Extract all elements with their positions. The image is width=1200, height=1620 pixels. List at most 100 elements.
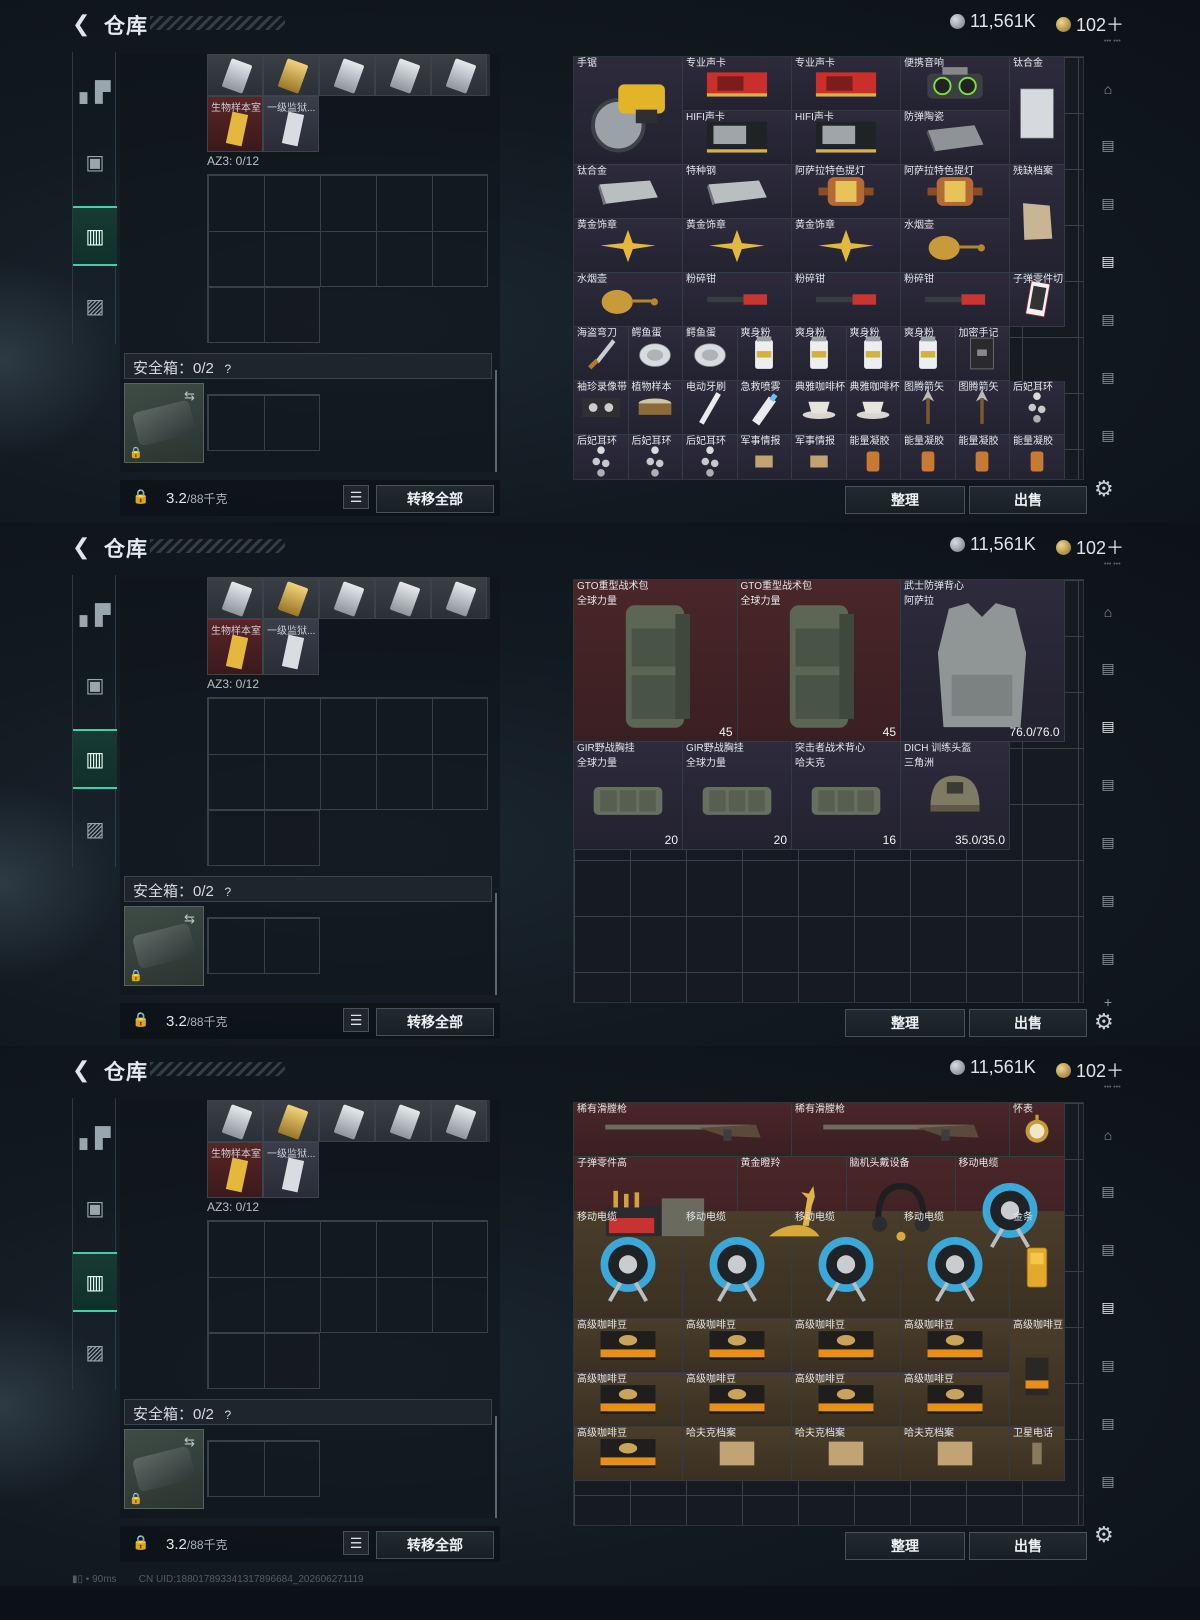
warehouse-item[interactable]: HIFI声卡	[792, 111, 901, 165]
warehouse-item[interactable]: 专业声卡	[683, 57, 792, 111]
stash-item-slot[interactable]	[431, 54, 487, 96]
swap-icon[interactable]: ⇆	[184, 1434, 195, 1450]
warehouse-item[interactable]: 武士防弹背心 阿萨拉 76.0/76.0	[901, 580, 1065, 742]
warehouse-page-tab-icon[interactable]: ▤	[1095, 306, 1121, 332]
sort-button[interactable]: 整理	[845, 1009, 965, 1037]
swap-icon[interactable]: ⇆	[184, 911, 195, 927]
warehouse-page-tab-icon[interactable]: ▤	[1095, 1468, 1121, 1494]
warehouse-item[interactable]: 特种钢	[683, 165, 792, 219]
backpack-category-icon[interactable]: ▥	[73, 206, 117, 266]
warehouse-item[interactable]: GTO重型战术包 全球力量 45	[574, 580, 738, 742]
safe-box-case-item[interactable]: ⇆ 🔒	[124, 1429, 204, 1509]
warehouse-item[interactable]: 粉碎钳	[901, 273, 1010, 327]
settings-gear-icon[interactable]: ⚙	[1094, 476, 1114, 502]
warehouse-item[interactable]: 后妃耳环	[1010, 381, 1065, 435]
warehouse-item[interactable]: 粉碎钳	[792, 273, 901, 327]
stash-item-slot[interactable]	[431, 1100, 487, 1142]
stash-item-slot[interactable]	[207, 1100, 263, 1142]
helmet-armor-category-icon[interactable]: ▣	[73, 132, 117, 192]
warehouse-item[interactable]: 高级咖啡豆	[683, 1319, 792, 1373]
warehouse-page-tab-icon[interactable]: ▤	[1095, 132, 1121, 158]
warehouse-item[interactable]: 能量凝胶	[901, 435, 956, 479]
warehouse-item[interactable]: HIFI声卡	[683, 111, 792, 165]
warehouse-item[interactable]: 防弹陶瓷	[901, 111, 1010, 165]
warehouse-item[interactable]: 后妃耳环	[683, 435, 738, 479]
back-arrow-icon[interactable]: ❮	[72, 536, 92, 558]
lock-icon[interactable]: 🔒	[132, 1011, 150, 1029]
warehouse-item[interactable]: 哈夫克档案	[683, 1427, 792, 1481]
left-scrollbar[interactable]	[495, 1416, 497, 1518]
warehouse-item[interactable]: 爽身粉	[901, 327, 956, 381]
warehouse-item[interactable]: 后妃耳环	[574, 435, 629, 479]
help-icon[interactable]: ?	[220, 362, 236, 378]
warehouse-item[interactable]: 钛合金	[1010, 57, 1065, 165]
warehouse-page-tab-icon[interactable]: ▤	[1095, 1410, 1121, 1436]
warehouse-item[interactable]: 爽身粉	[737, 327, 792, 381]
transfer-all-button[interactable]: 转移全部	[376, 1531, 494, 1559]
warehouse-item[interactable]: 电动牙刷	[683, 381, 738, 435]
warehouse-item[interactable]: 典雅咖啡杯	[792, 381, 847, 435]
stash-item-slot[interactable]	[319, 577, 375, 619]
warehouse-item[interactable]: 军事情报	[737, 435, 792, 479]
back-arrow-icon[interactable]: ❮	[72, 13, 92, 35]
home-tab-icon[interactable]: ⌂	[1095, 76, 1121, 102]
warehouse-item[interactable]: 水烟壶	[901, 219, 1010, 273]
warehouse-item[interactable]: 哈夫克档案	[901, 1427, 1010, 1481]
stash-item-slot[interactable]	[375, 577, 431, 619]
sort-button[interactable]: 整理	[845, 1532, 965, 1560]
stash-item-slot[interactable]	[207, 54, 263, 96]
back-arrow-icon[interactable]: ❮	[72, 1059, 92, 1081]
safe-box-grid[interactable]	[207, 394, 320, 451]
backpack-category-icon[interactable]: ▥	[73, 1252, 117, 1312]
warehouse-page-tab-icon[interactable]: ▤	[1095, 771, 1121, 797]
weapon-category-icon[interactable]: ▖▛	[73, 585, 117, 645]
container-grid-lower[interactable]	[207, 1332, 320, 1389]
warehouse-item[interactable]: 哈夫克档案	[792, 1427, 901, 1481]
warehouse-item[interactable]: 加密手记	[955, 327, 1010, 381]
stash-item-slot[interactable]	[263, 1100, 319, 1142]
left-scrollbar[interactable]	[495, 893, 497, 995]
warehouse-item[interactable]: 高级咖啡豆	[574, 1373, 683, 1427]
help-icon[interactable]: ?	[220, 1408, 236, 1424]
warehouse-item[interactable]: 鳄鱼蛋	[628, 327, 683, 381]
warehouse-item[interactable]: 海盗弯刀	[574, 327, 629, 381]
warehouse-item[interactable]: 爽身粉	[792, 327, 847, 381]
warehouse-item[interactable]: 高级咖啡豆	[574, 1427, 683, 1481]
warehouse-item[interactable]: 军事情报	[792, 435, 847, 479]
warehouse-item[interactable]: 专业声卡	[792, 57, 901, 111]
warehouse-item[interactable]: 高级咖啡豆	[792, 1373, 901, 1427]
warehouse-item[interactable]: GTO重型战术包 全球力量 45	[737, 580, 901, 742]
warehouse-item[interactable]: 残缺档案	[1010, 165, 1065, 273]
safe-box-grid[interactable]	[207, 1440, 320, 1497]
bio-sample-room-item[interactable]: 生物样本室	[207, 619, 263, 675]
lock-icon[interactable]: 🔒	[132, 1534, 150, 1552]
warehouse-item[interactable]: 袖珍录像带	[574, 381, 629, 435]
warehouse-item[interactable]: 稀有滑膛枪	[792, 1103, 1010, 1157]
container-grid-lower[interactable]	[207, 286, 320, 343]
warehouse-page-tab-icon[interactable]: ▤	[1095, 1294, 1121, 1320]
warehouse-item[interactable]: 后妃耳环	[628, 435, 683, 479]
warehouse-page-tab-icon[interactable]: ▤	[1095, 829, 1121, 855]
warehouse-item[interactable]: 粉碎钳	[683, 273, 792, 327]
weapon-category-icon[interactable]: ▖▛	[73, 1108, 117, 1168]
warehouse-item[interactable]: 高级咖啡豆	[901, 1319, 1010, 1373]
warehouse-item[interactable]: 高级咖啡豆	[574, 1319, 683, 1373]
case-category-icon[interactable]: ▨	[73, 276, 117, 336]
list-view-button[interactable]: ☰	[343, 485, 369, 509]
home-tab-icon[interactable]: ⌂	[1095, 599, 1121, 625]
container-grid-lower[interactable]	[207, 809, 320, 866]
warehouse-item[interactable]: 高级咖啡豆	[683, 1373, 792, 1427]
settings-gear-icon[interactable]: ⚙	[1094, 1009, 1114, 1035]
case-category-icon[interactable]: ▨	[73, 799, 117, 859]
helmet-armor-category-icon[interactable]: ▣	[73, 1178, 117, 1238]
warehouse-item[interactable]: 阿萨拉特色提灯	[792, 165, 901, 219]
helmet-armor-category-icon[interactable]: ▣	[73, 655, 117, 715]
stash-item-slot[interactable]	[319, 54, 375, 96]
container-grid[interactable]	[207, 174, 488, 287]
warehouse-item[interactable]: GIR野战胸挂 全球力量 20	[574, 742, 683, 850]
warehouse-item[interactable]: 手锯	[574, 57, 683, 165]
warehouse-item[interactable]: 钛合金	[574, 165, 683, 219]
lock-icon[interactable]: 🔒	[132, 488, 150, 506]
warehouse-item[interactable]: 典雅咖啡杯	[846, 381, 901, 435]
stash-item-slot[interactable]	[319, 1100, 375, 1142]
